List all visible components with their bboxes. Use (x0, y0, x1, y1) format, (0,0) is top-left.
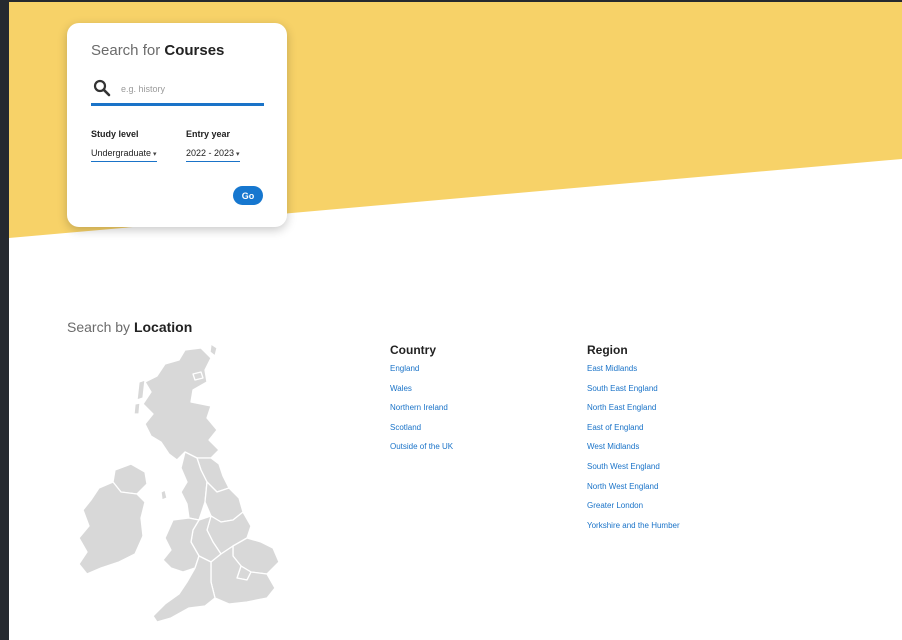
region-link-north-west-england[interactable]: North West England (587, 482, 680, 502)
country-list: England Wales Northern Ireland Scotland Outs… (390, 364, 453, 462)
map-isle-of-man (160, 489, 168, 501)
chevron-down-icon: ▾ (153, 151, 157, 158)
country-link-scotland[interactable]: Scotland (390, 423, 453, 443)
entry-year-label: Entry year (186, 129, 231, 139)
course-search-input[interactable] (121, 81, 261, 97)
region-link-yorkshire-and-the-humber[interactable]: Yorkshire and the Humber (587, 521, 680, 541)
course-search-title-prefix: Search for (91, 42, 161, 59)
map-western-isles-south (133, 402, 141, 415)
uk-map[interactable] (61, 342, 291, 634)
page: Search for Courses Study level Undergrad… (9, 2, 902, 640)
country-link-england[interactable]: England (390, 364, 453, 384)
region-link-south-east-england[interactable]: South East England (587, 384, 680, 404)
map-western-isles (136, 379, 146, 401)
map-ireland (78, 481, 146, 575)
region-link-greater-london[interactable]: Greater London (587, 501, 680, 521)
region-link-west-midlands[interactable]: West Midlands (587, 442, 680, 462)
study-level-label: Study level (91, 129, 139, 139)
region-list: East Midlands South East England North Eas… (587, 364, 680, 540)
go-button[interactable]: Go (233, 186, 263, 205)
course-search-title: Search for Courses (91, 42, 224, 59)
course-search-card: Search for Courses Study level Undergrad… (67, 23, 287, 227)
study-level-value: Undergraduate (91, 148, 152, 158)
country-link-outside-of-the-uk[interactable]: Outside of the UK (390, 442, 453, 462)
study-level-select[interactable]: Undergraduate ▾ (91, 148, 157, 162)
region-link-east-midlands[interactable]: East Midlands (587, 364, 680, 384)
map-shetland (209, 343, 218, 357)
region-link-east-of-england[interactable]: East of England (587, 423, 680, 443)
location-search-title-prefix: Search by (67, 319, 131, 335)
region-link-south-west-england[interactable]: South West England (587, 462, 680, 482)
country-heading: Country (390, 343, 436, 357)
chevron-down-icon: ▾ (236, 151, 240, 158)
region-link-north-east-england[interactable]: North East England (587, 403, 680, 423)
country-link-wales[interactable]: Wales (390, 384, 453, 404)
country-link-northern-ireland[interactable]: Northern Ireland (390, 403, 453, 423)
region-heading: Region (587, 343, 628, 357)
entry-year-select[interactable]: 2022 - 2023 ▾ (186, 148, 240, 162)
course-search-title-strong: Courses (164, 42, 225, 59)
course-search-field[interactable] (91, 79, 264, 106)
location-search-title-strong: Location (133, 319, 193, 335)
map-orkney (192, 371, 204, 381)
search-icon (93, 79, 111, 97)
entry-year-value: 2022 - 2023 (186, 148, 235, 158)
location-search-title: Search by Location (67, 319, 192, 335)
map-region-scotland[interactable] (142, 347, 220, 461)
